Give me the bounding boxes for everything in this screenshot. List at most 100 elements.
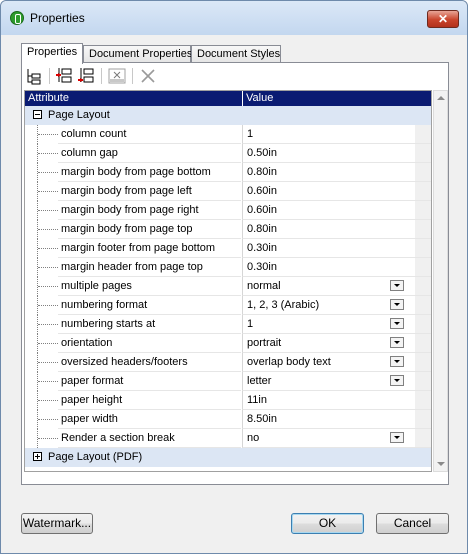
property-row[interactable]: column count 1: [25, 125, 431, 144]
scroll-down-icon[interactable]: [437, 462, 445, 466]
value-text[interactable]: 0.60in: [247, 185, 277, 197]
value-cell[interactable]: 0.80in: [242, 163, 415, 182]
value-cell[interactable]: 0.60in: [242, 182, 415, 201]
value-text[interactable]: 1: [247, 128, 253, 140]
value-text[interactable]: 0.60in: [247, 204, 277, 216]
dropdown-arrow-icon[interactable]: [390, 299, 404, 310]
value-text[interactable]: normal: [247, 280, 281, 292]
ok-button[interactable]: OK: [291, 513, 364, 534]
attribute-cell[interactable]: margin body from page top: [58, 220, 241, 239]
delete-icon[interactable]: [138, 66, 158, 86]
attribute-cell[interactable]: multiple pages: [58, 277, 241, 296]
value-text[interactable]: 0.30in: [247, 242, 277, 254]
property-row[interactable]: margin body from page top 0.80in: [25, 220, 431, 239]
value-cell[interactable]: 1: [242, 315, 415, 334]
property-row[interactable]: column gap 0.50in: [25, 144, 431, 163]
properties-panel: Attribute Value Page Layout column count 1…: [21, 62, 449, 485]
attribute-cell[interactable]: column count: [58, 125, 241, 144]
value-cell[interactable]: 0.80in: [242, 220, 415, 239]
value-cell[interactable]: letter: [242, 372, 415, 391]
tree-line: [38, 324, 58, 325]
property-row[interactable]: margin header from page top 0.30in: [25, 258, 431, 277]
insert-property-icon[interactable]: [54, 66, 74, 86]
attribute-name: oversized headers/footers: [61, 356, 188, 368]
dropdown-arrow-icon[interactable]: [390, 337, 404, 348]
attribute-cell[interactable]: orientation: [58, 334, 241, 353]
value-text[interactable]: 8.50in: [247, 413, 277, 425]
attribute-name: margin body from page right: [61, 204, 199, 216]
property-row[interactable]: margin body from page left 0.60in: [25, 182, 431, 201]
column-divider[interactable]: [242, 91, 243, 106]
value-column-header[interactable]: Value: [246, 92, 273, 104]
attribute-cell[interactable]: margin body from page right: [58, 201, 241, 220]
value-cell[interactable]: overlap body text: [242, 353, 415, 372]
xpath-icon[interactable]: [107, 66, 127, 86]
property-row[interactable]: margin body from page bottom 0.80in: [25, 163, 431, 182]
property-row[interactable]: numbering format 1, 2, 3 (Arabic): [25, 296, 431, 315]
dropdown-arrow-icon[interactable]: [390, 432, 404, 443]
value-cell[interactable]: 1, 2, 3 (Arabic): [242, 296, 415, 315]
value-cell[interactable]: 0.50in: [242, 144, 415, 163]
value-text[interactable]: 1, 2, 3 (Arabic): [247, 299, 319, 311]
dropdown-arrow-icon[interactable]: [390, 280, 404, 291]
value-cell[interactable]: no: [242, 429, 415, 448]
attribute-cell[interactable]: margin header from page top: [58, 258, 241, 277]
property-row[interactable]: Render a section break no: [25, 429, 431, 448]
value-text[interactable]: 1: [247, 318, 253, 330]
edit-spare-cell: [415, 125, 431, 144]
dropdown-arrow-icon[interactable]: [390, 356, 404, 367]
attribute-column-header[interactable]: Attribute: [28, 92, 69, 104]
property-row[interactable]: orientation portrait: [25, 334, 431, 353]
value-cell[interactable]: 1: [242, 125, 415, 144]
attribute-cell[interactable]: paper height: [58, 391, 241, 410]
value-text[interactable]: 11in: [247, 394, 267, 406]
value-text[interactable]: overlap body text: [247, 356, 331, 368]
tree-structure-icon[interactable]: [25, 66, 45, 86]
close-button[interactable]: ✕: [427, 10, 459, 28]
value-cell[interactable]: portrait: [242, 334, 415, 353]
property-row[interactable]: paper format letter: [25, 372, 431, 391]
property-row[interactable]: oversized headers/footers overlap body te…: [25, 353, 431, 372]
value-text[interactable]: 0.80in: [247, 166, 277, 178]
attribute-cell[interactable]: margin body from page bottom: [58, 163, 241, 182]
value-text[interactable]: 0.50in: [247, 147, 277, 159]
attribute-cell[interactable]: margin body from page left: [58, 182, 241, 201]
scroll-up-icon[interactable]: [437, 96, 445, 100]
value-text[interactable]: no: [247, 432, 259, 444]
attribute-cell[interactable]: Render a section break: [58, 429, 241, 448]
value-cell[interactable]: 8.50in: [242, 410, 415, 429]
value-cell[interactable]: 0.30in: [242, 258, 415, 277]
watermark-button[interactable]: Watermark...: [21, 513, 93, 534]
append-property-icon[interactable]: [76, 66, 96, 86]
property-row[interactable]: numbering starts at 1: [25, 315, 431, 334]
property-row[interactable]: multiple pages normal: [25, 277, 431, 296]
attribute-cell[interactable]: numbering format: [58, 296, 241, 315]
attribute-cell[interactable]: numbering starts at: [58, 315, 241, 334]
vertical-scrollbar[interactable]: [433, 90, 448, 472]
dropdown-arrow-icon[interactable]: [390, 375, 404, 386]
group-row[interactable]: Page Layout: [25, 106, 431, 125]
value-text[interactable]: portrait: [247, 337, 281, 349]
property-row[interactable]: margin body from page right 0.60in: [25, 201, 431, 220]
attribute-cell[interactable]: paper format: [58, 372, 241, 391]
property-row[interactable]: margin footer from page bottom 0.30in: [25, 239, 431, 258]
value-cell[interactable]: 0.60in: [242, 201, 415, 220]
cancel-button[interactable]: Cancel: [376, 513, 449, 534]
tab-properties[interactable]: Properties: [21, 43, 83, 64]
attribute-cell[interactable]: oversized headers/footers: [58, 353, 241, 372]
value-text[interactable]: letter: [247, 375, 271, 387]
attribute-cell[interactable]: column gap: [58, 144, 241, 163]
value-text[interactable]: 0.80in: [247, 223, 277, 235]
group-row[interactable]: Page Layout (PDF): [25, 448, 431, 467]
collapse-icon[interactable]: [33, 110, 42, 119]
value-cell[interactable]: normal: [242, 277, 415, 296]
attribute-cell[interactable]: paper width: [58, 410, 241, 429]
property-row[interactable]: paper width 8.50in: [25, 410, 431, 429]
value-text[interactable]: 0.30in: [247, 261, 277, 273]
value-cell[interactable]: 11in: [242, 391, 415, 410]
expand-icon[interactable]: [33, 452, 42, 461]
attribute-cell[interactable]: margin footer from page bottom: [58, 239, 241, 258]
property-row[interactable]: paper height 11in: [25, 391, 431, 410]
value-cell[interactable]: 0.30in: [242, 239, 415, 258]
dropdown-arrow-icon[interactable]: [390, 318, 404, 329]
